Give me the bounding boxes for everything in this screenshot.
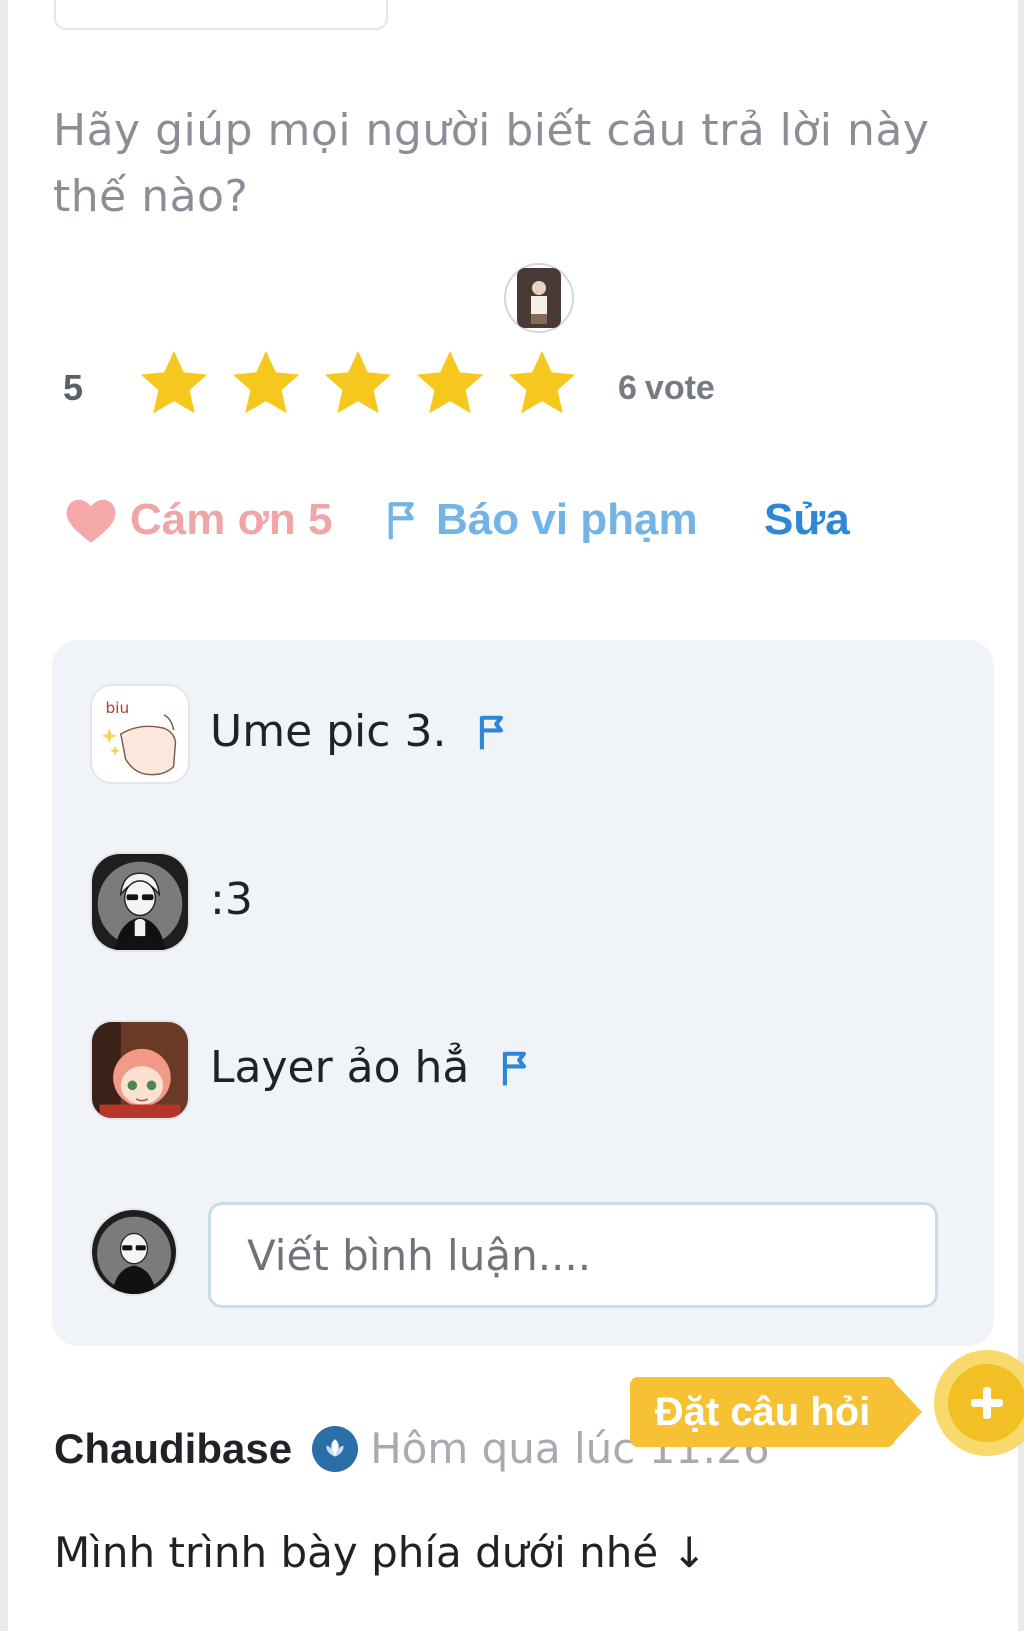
star-icon[interactable] xyxy=(319,345,397,423)
comment-body: Ume pic 3. xyxy=(210,706,510,757)
anime-girl-avatar-icon xyxy=(92,1022,188,1118)
rating-average: 5 xyxy=(63,367,84,408)
thanks-label: Cám ơn 5 xyxy=(130,495,333,544)
comment-avatar[interactable] xyxy=(90,852,190,952)
star-icon[interactable] xyxy=(227,345,305,423)
thanks-button[interactable]: Cám ơn 5 xyxy=(64,495,332,545)
comment-avatar[interactable] xyxy=(90,1020,190,1120)
comment-item: Layer ảo hẳ xyxy=(90,1020,950,1122)
comment-avatar[interactable]: biu xyxy=(90,684,190,784)
comment-input[interactable] xyxy=(208,1202,938,1308)
comment-item: :3 xyxy=(90,852,950,954)
report-flag-icon[interactable] xyxy=(499,1049,533,1087)
previous-input-box[interactable] xyxy=(54,0,388,30)
leaf-badge-icon xyxy=(312,1425,359,1472)
voter-photo-icon xyxy=(517,268,561,328)
report-button[interactable]: Báo vi phạm xyxy=(384,495,698,545)
heart-icon xyxy=(66,499,116,543)
comment-text: Layer ảo hẳ xyxy=(210,1042,470,1093)
answer-text: Mình trình bày phía dưới nhé ↓ xyxy=(54,1528,707,1577)
comment-text: :3 xyxy=(210,874,253,925)
report-label: Báo vi phạm xyxy=(436,495,698,544)
star-icon[interactable] xyxy=(503,345,581,423)
comment-body: :3 xyxy=(210,874,253,925)
star-icon[interactable] xyxy=(135,345,213,423)
rating-row: 5 6 vote xyxy=(63,345,963,435)
answer-actions: Cám ơn 5 Báo vi phạm Sửa xyxy=(64,495,964,555)
vote-count: 6 vote xyxy=(618,369,723,408)
comment-section: biu Ume pic 3.:3 Layer ảo hẳ Viết bình … xyxy=(52,640,994,1346)
rating-prompt: Hãy giúp mọi người biết câu trả lời này … xyxy=(53,105,930,222)
voter-avatar[interactable] xyxy=(504,263,574,333)
sunglasses-boy-avatar-icon xyxy=(92,854,188,950)
flag-icon xyxy=(388,502,414,540)
report-flag-icon[interactable] xyxy=(476,713,510,751)
comment-text: Ume pic 3. xyxy=(210,706,447,757)
comment-item: biu Ume pic 3. xyxy=(90,684,950,786)
biu-pointing-hand-sticker-icon: biu xyxy=(92,686,188,782)
star-icon[interactable] xyxy=(411,345,489,423)
add-question-fab[interactable] xyxy=(934,1350,1024,1456)
current-user-avatar xyxy=(90,1208,178,1296)
ask-button-arrow xyxy=(892,1380,922,1444)
sunglasses-boy-avatar-icon xyxy=(92,1210,176,1294)
comment-body: Layer ảo hẳ xyxy=(210,1042,533,1093)
author-name[interactable]: Chaudibase xyxy=(54,1425,292,1473)
star-rating[interactable] xyxy=(135,345,581,423)
edit-button[interactable]: Sửa xyxy=(764,495,850,545)
ask-question-button[interactable]: Đặt câu hỏi xyxy=(630,1377,895,1447)
vote-label: vote xyxy=(644,369,715,407)
vote-number: 6 xyxy=(618,369,637,407)
plus-icon xyxy=(948,1364,1024,1442)
ask-question-widget: Đặt câu hỏi xyxy=(630,1350,1024,1460)
write-comment-row xyxy=(90,1202,950,1312)
svg-text:biu: biu xyxy=(105,699,129,717)
